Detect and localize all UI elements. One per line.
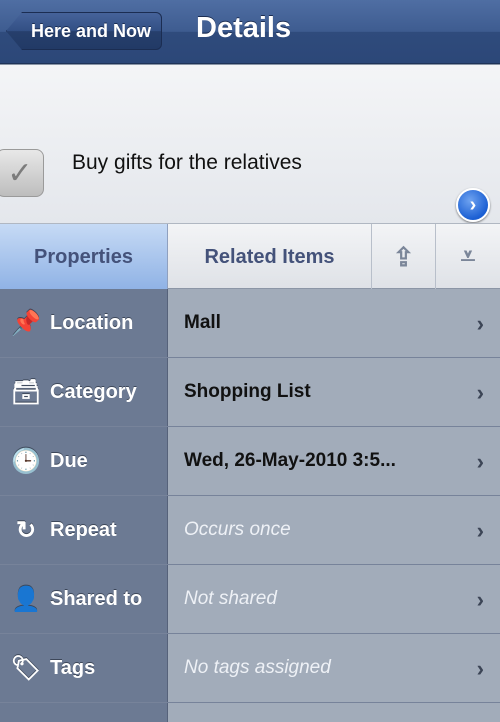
tab-bar: Properties Related Items ⇪ ⩡ [0, 223, 500, 290]
tag-icon: 🏷 [10, 654, 42, 682]
row-tags[interactable]: 🏷 Tags No tags assigned › [0, 634, 500, 703]
task-title: Buy gifts for the relatives [72, 151, 302, 174]
row-label: Due [50, 449, 88, 472]
row-value: Mall [168, 289, 500, 357]
chevron-right-icon: › [476, 656, 484, 681]
row-value: No tags assigned [168, 634, 500, 702]
chevron-right-icon: › [476, 518, 484, 543]
repeat-icon: ↻ [15, 516, 37, 544]
detail-disclosure-button[interactable]: › [456, 188, 490, 222]
row-value: Not shared [168, 565, 500, 633]
person-icon: 👤 [11, 585, 41, 613]
share-button[interactable]: ⇪ [372, 224, 436, 290]
row-category[interactable]: 🗃 Category Shopping List › [0, 358, 500, 427]
collapse-button[interactable]: ⩡ [436, 224, 500, 290]
row-label: Shared to [50, 587, 143, 610]
page-title: Details [196, 12, 292, 44]
collapse-icon: ⩡ [460, 241, 476, 271]
task-header: ✓ Buy gifts for the relatives › [0, 65, 500, 223]
row-shared-to[interactable]: 👤 Shared to Not shared › [0, 565, 500, 634]
chevron-right-icon: › [476, 311, 484, 336]
row-label: Tags [50, 656, 96, 679]
row-value: Wed, 26-May-2010 3:5... [168, 427, 500, 495]
share-icon: ⇪ [392, 241, 415, 272]
tab-properties[interactable]: Properties [0, 224, 168, 290]
clock-icon: 🕒 [11, 447, 41, 475]
chevron-right-icon: › [476, 587, 484, 612]
checkmark-icon: ✓ [7, 156, 33, 190]
task-complete-checkbox[interactable]: ✓ [0, 149, 44, 197]
chevron-right-icon: › [476, 380, 484, 405]
row-value: Shopping List [168, 358, 500, 426]
row-label: Location [50, 311, 134, 334]
pin-icon: 📌 [11, 309, 41, 337]
row-label: Category [50, 380, 137, 403]
row-value: Occurs once [168, 496, 500, 564]
row-repeat[interactable]: ↻ Repeat Occurs once › [0, 496, 500, 565]
row-label: Repeat [50, 518, 117, 541]
row-location[interactable]: 📌 Location Mall › [0, 289, 500, 358]
row-due[interactable]: 🕒 Due Wed, 26-May-2010 3:5... › [0, 427, 500, 496]
tab-related-items[interactable]: Related Items [168, 224, 372, 290]
navigation-bar: Here and Now Details [0, 0, 500, 64]
back-button[interactable]: Here and Now [6, 12, 162, 50]
properties-list: 📌 Location Mall › 🗃 Category Shopping List… [0, 289, 500, 722]
inbox-icon: 🗃 [10, 378, 42, 406]
row-partial [0, 703, 500, 722]
chevron-right-icon: › [476, 449, 484, 474]
chevron-right-icon: › [469, 193, 477, 216]
